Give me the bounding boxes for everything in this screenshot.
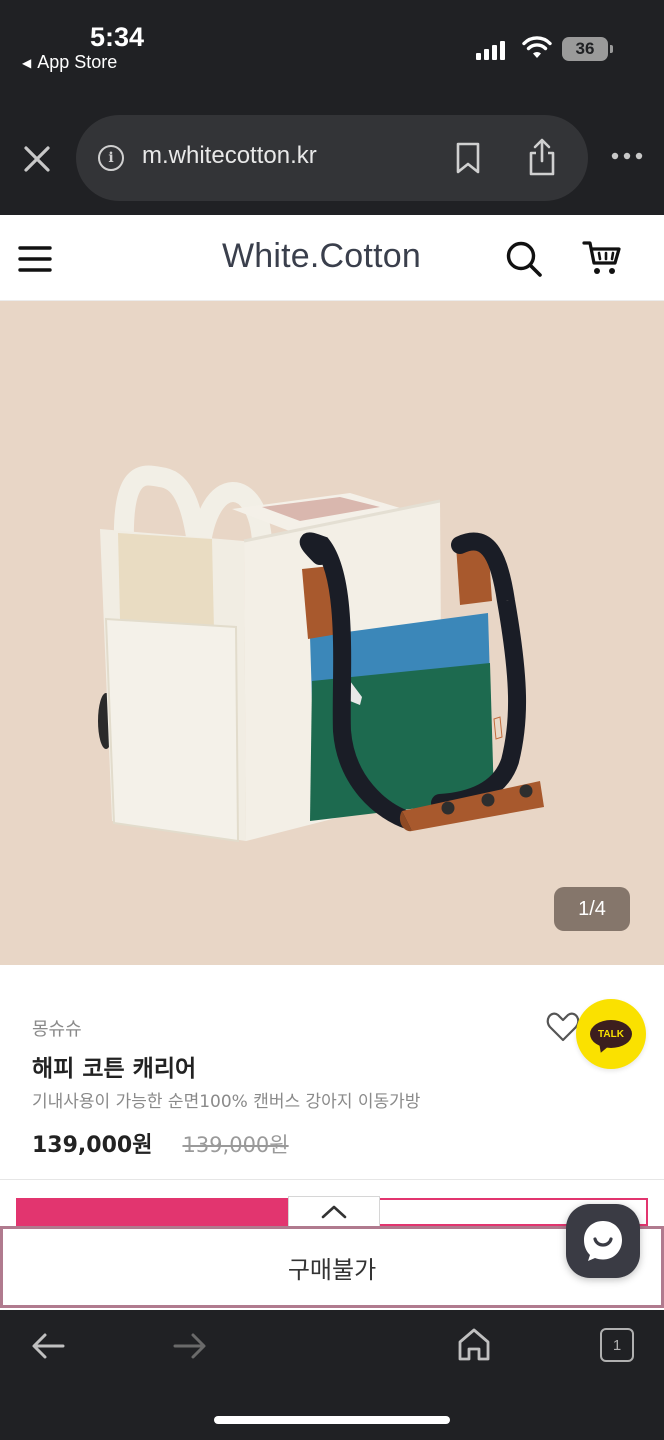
status-time: 5:34 (90, 22, 145, 52)
original-price: 139,000원 (182, 1133, 289, 1157)
option-bar-fill (18, 1200, 290, 1224)
battery-icon: 36 (562, 37, 613, 61)
home-indicator (214, 1416, 450, 1424)
back-to-app-link[interactable]: ◀ App Store (22, 52, 117, 73)
url-text[interactable]: m.whitecotton.kr (142, 142, 317, 170)
site-header: White.Cotton (0, 215, 664, 301)
info-icon[interactable]: i (98, 145, 124, 171)
image-counter: 1/4 (554, 887, 630, 931)
url-field[interactable]: i m.whitecotton.kr (76, 115, 588, 201)
purchase-panel: 구매불가 (0, 1180, 664, 1310)
chevron-up-icon (321, 1205, 347, 1218)
more-icon[interactable] (610, 148, 644, 164)
menu-icon[interactable] (18, 245, 52, 273)
kakao-talk-button[interactable]: TALK (576, 999, 646, 1069)
heart-icon[interactable] (546, 1011, 580, 1043)
home-icon[interactable] (456, 1326, 492, 1362)
product-image[interactable]: 1/4 (0, 301, 664, 965)
back-arrow-icon[interactable] (30, 1330, 66, 1362)
browser-bottom-toolbar: 1 (0, 1310, 664, 1440)
tabs-icon[interactable]: 1 (600, 1328, 634, 1362)
kakao-talk-icon: TALK (590, 1020, 632, 1048)
search-icon[interactable] (504, 239, 544, 279)
share-icon[interactable] (526, 137, 558, 177)
brand-name[interactable]: 몽슈슈 (32, 1015, 82, 1041)
bookmark-icon[interactable] (454, 141, 482, 175)
status-bar: 5:34 ◀ App Store 36 (0, 0, 664, 100)
price-row: 139,000원 139,000원 (32, 1127, 289, 1159)
purchase-unavailable-button[interactable]: 구매불가 (0, 1226, 664, 1308)
expand-panel-toggle[interactable] (288, 1196, 380, 1226)
browser-address-bar: i m.whitecotton.kr (0, 100, 664, 215)
sale-price: 139,000원 (32, 1133, 153, 1158)
cellular-signal-icon (476, 40, 505, 60)
pet-carrier-bag-illustration (98, 465, 544, 843)
close-icon[interactable] (20, 142, 54, 176)
back-app-label: App Store (37, 52, 118, 72)
cart-icon[interactable] (582, 239, 622, 277)
product-info: 몽슈슈 해피 코튼 캐리어 기내사용이 가능한 순면100% 캔버스 강아지 이… (0, 965, 664, 1180)
chat-button[interactable] (566, 1204, 640, 1278)
product-title: 해피 코튼 캐리어 (32, 1056, 197, 1082)
wifi-icon (522, 36, 552, 58)
product-description: 기내사용이 가능한 순면100% 캔버스 강아지 이동가방 (32, 1092, 421, 1112)
forward-arrow-icon[interactable] (172, 1330, 208, 1362)
site-logo[interactable]: White.Cotton (222, 237, 421, 276)
chat-bubble-icon (584, 1221, 622, 1261)
back-triangle-icon: ◀ (22, 55, 32, 70)
